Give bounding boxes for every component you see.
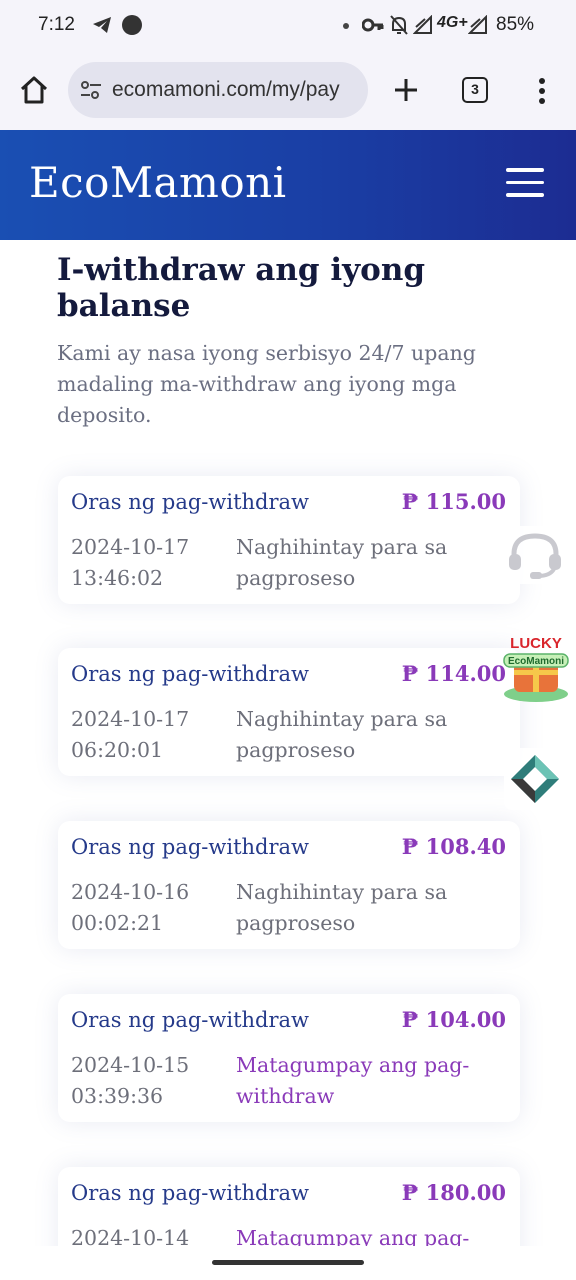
hamburger-line (506, 168, 544, 172)
status-time: 7:12 (38, 14, 75, 35)
withdrawal-datetime: 2024-10-16 00:02:21 (71, 880, 190, 935)
withdrawal-label: Oras ng pag-withdraw (71, 1181, 310, 1205)
more-vert-icon[interactable] (532, 76, 552, 106)
signal-icon (413, 15, 432, 34)
withdrawal-label: Oras ng pag-withdraw (71, 1008, 310, 1032)
withdrawal-datetime: 2024-10-17 06:20:01 (71, 707, 190, 762)
withdrawal-status: Naghihintay para sa pagproseso (236, 535, 448, 590)
support-widget[interactable] (504, 526, 566, 584)
withdrawal-status: Matagumpay ang pag-withdraw (236, 1053, 470, 1108)
withdrawal-amount: ₱ 104.00 (401, 1007, 506, 1032)
telegram-icon (93, 17, 111, 33)
gesture-navigation-bar[interactable] (212, 1260, 364, 1265)
headset-support-icon[interactable] (504, 526, 566, 584)
withdrawal-status: Naghihintay para sa pagproseso (236, 880, 448, 935)
network-type: 4G+ (437, 14, 468, 31)
withdrawal-label: Oras ng pag-withdraw (71, 835, 310, 859)
lucky-promo-graphic[interactable]: LUCKY EcoMamoni (500, 632, 572, 704)
status-bar: 7:12 4G+ 85% (0, 0, 576, 52)
browser-toolbar: ecomamoni.com/my/pay 3 (0, 52, 576, 130)
withdrawal-card: Oras ng pag-withdraw ₱ 108.40 2024-10-16… (58, 821, 520, 949)
withdrawal-amount: ₱ 115.00 (401, 489, 506, 514)
withdrawal-datetime: 2024-10-15 03:39:36 (71, 1053, 190, 1108)
signal-icon (468, 15, 487, 34)
tabs-icon[interactable]: 3 (462, 77, 488, 103)
lucky-title: LUCKY (510, 635, 562, 652)
withdrawal-amount: ₱ 180.00 (401, 1180, 506, 1205)
site-logo[interactable]: EcoMamoni (29, 158, 287, 207)
address-bar[interactable]: ecomamoni.com/my/pay (68, 62, 368, 118)
plus-icon[interactable] (392, 76, 420, 104)
withdrawal-label: Oras ng pag-withdraw (71, 662, 310, 686)
page-description: Kami ay nasa iyong serbisyo 24/7 upang m… (57, 341, 476, 427)
withdrawal-card: Oras ng pag-withdraw ₱ 115.00 2024-10-17… (58, 476, 520, 604)
withdrawal-card: Oras ng pag-withdraw ₱ 114.00 2024-10-17… (58, 648, 520, 776)
withdrawal-label: Oras ng pag-withdraw (71, 490, 310, 514)
withdrawal-datetime: 2024-10-17 13:46:02 (71, 535, 190, 590)
hamburger-menu-icon[interactable] (506, 168, 544, 200)
hamburger-line (506, 180, 544, 184)
diamond-widget[interactable] (504, 748, 566, 810)
lucky-subtitle: EcoMamoni (508, 656, 564, 667)
site-header: EcoMamoni (0, 130, 576, 240)
home-icon[interactable] (18, 74, 50, 106)
status-dot-icon (343, 23, 349, 29)
url-text[interactable]: ecomamoni.com/my/pay (112, 78, 360, 102)
mute-icon (390, 15, 408, 35)
withdrawal-card: Oras ng pag-withdraw ₱ 104.00 2024-10-15… (58, 994, 520, 1122)
withdrawal-amount: ₱ 114.00 (401, 661, 506, 686)
withdrawal-status: Naghihintay para sa pagproseso (236, 707, 448, 762)
key-icon (362, 18, 384, 32)
diamond-logo-icon[interactable] (504, 748, 566, 810)
site-settings-icon[interactable] (80, 80, 102, 100)
page-title: I-withdraw ang iyong balanse (57, 252, 426, 324)
notification-dot-icon (122, 15, 142, 35)
withdrawal-amount: ₱ 108.40 (401, 834, 506, 859)
battery-level: 85% (496, 14, 535, 35)
hamburger-line (506, 193, 544, 197)
lucky-promo-widget[interactable]: LUCKY EcoMamoni (500, 632, 572, 704)
